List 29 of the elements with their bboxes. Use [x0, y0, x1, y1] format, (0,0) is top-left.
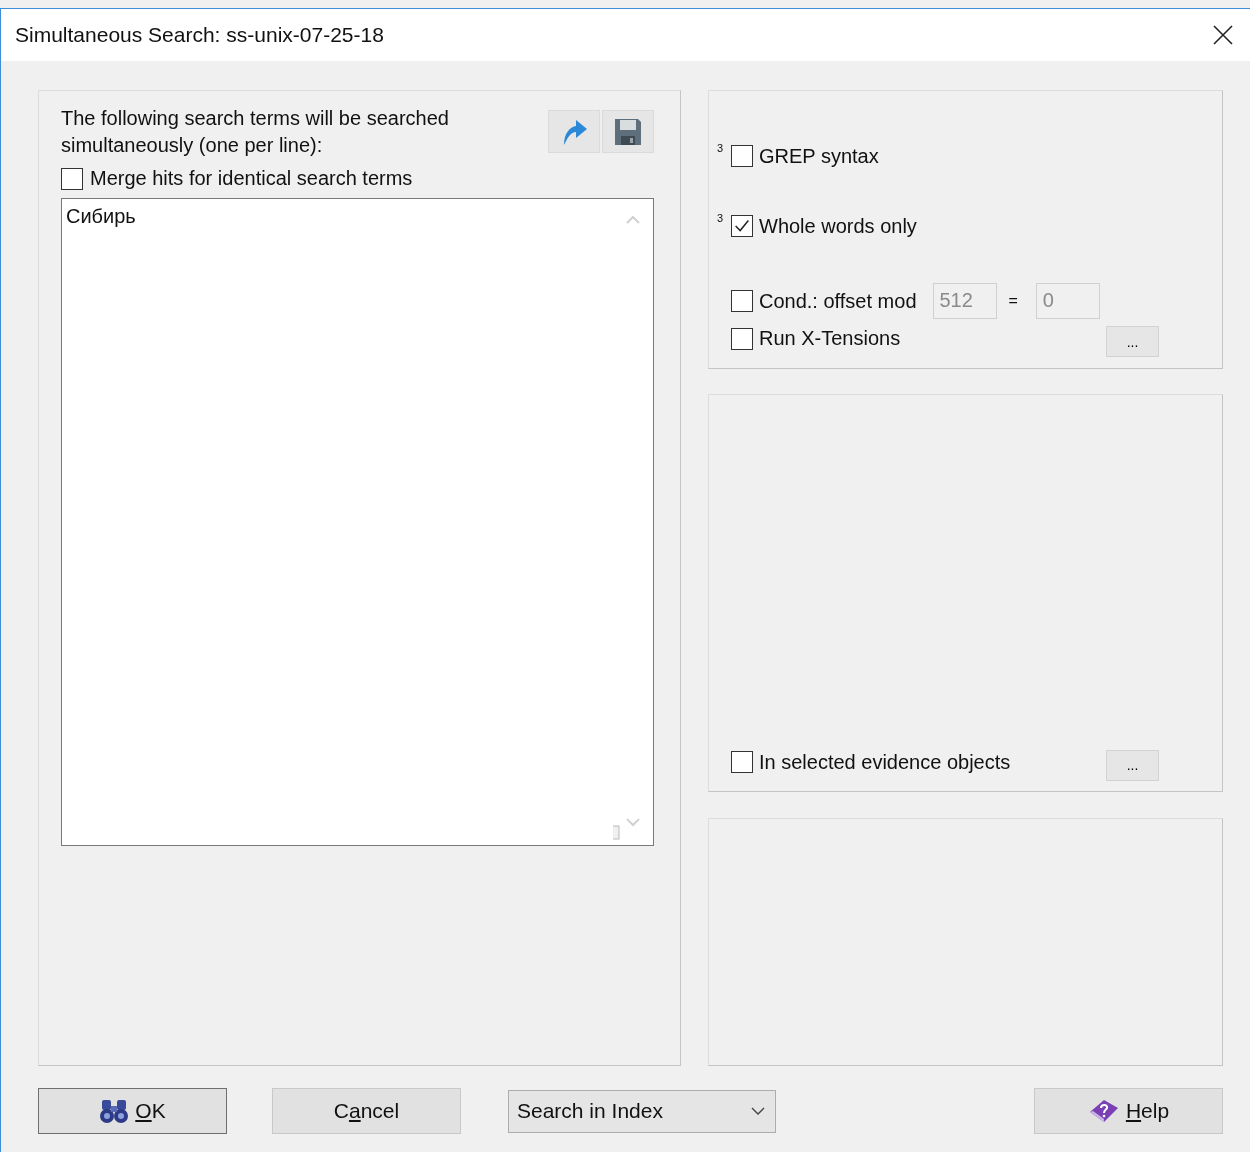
save-button[interactable] — [602, 110, 654, 153]
checkbox-label: In selected evidence objects — [759, 750, 1011, 774]
ok-button[interactable]: OK — [38, 1088, 227, 1134]
search-mode-dropdown[interactable]: Search in Index — [508, 1089, 776, 1133]
checkbox-label: GREP syntax — [759, 144, 879, 168]
browse-button[interactable]: ... — [1106, 326, 1159, 357]
instructions-text: The following search terms will be searched simultaneously (one per line): — [61, 106, 450, 158]
chevron-down-icon — [751, 1107, 765, 1115]
help-button[interactable]: Help — [1034, 1088, 1223, 1134]
checkbox[interactable] — [731, 215, 753, 237]
equals-sign: = — [1008, 292, 1018, 310]
checkbox[interactable] — [61, 167, 83, 190]
cancel-button[interactable]: Cancel — [272, 1088, 461, 1134]
checkbox[interactable] — [731, 327, 753, 350]
checkbox[interactable] — [731, 145, 753, 167]
footnote-mark: 3 — [717, 143, 725, 154]
checkbox-label: Run X-Tensions — [759, 327, 901, 350]
checkbox[interactable] — [731, 751, 753, 773]
search-terms-field[interactable]: Сибирь — [61, 198, 654, 846]
window-title: Simultaneous Search: ss-unix-07-25-18 — [15, 23, 385, 47]
binoculars-icon — [99, 1098, 130, 1124]
checkbox-label: Cond.: offset mod — [759, 289, 917, 313]
checkbox[interactable] — [731, 290, 753, 312]
browse-button[interactable]: ... — [1106, 749, 1159, 781]
close-icon[interactable] — [1213, 25, 1233, 45]
import-button[interactable] — [548, 110, 600, 153]
checkbox-label: Whole words only — [759, 214, 917, 238]
footnote-mark: 3 — [717, 213, 725, 224]
checkbox-label: Merge hits for identical search terms — [90, 167, 413, 190]
